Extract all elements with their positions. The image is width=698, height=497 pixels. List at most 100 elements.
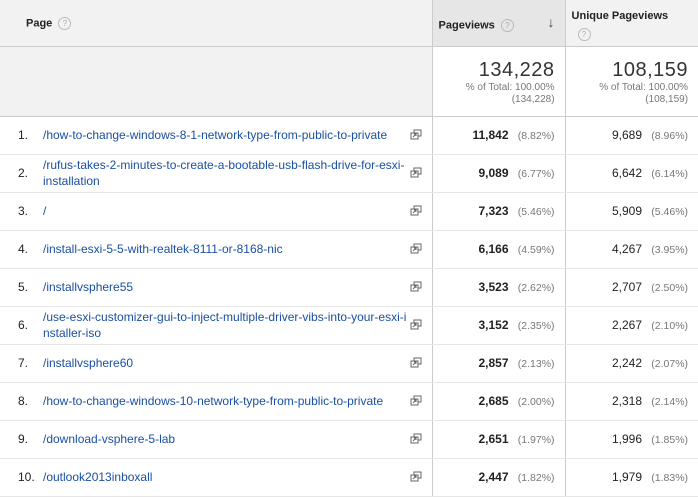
unique-pageviews-value: 2,242 <box>612 356 643 370</box>
page-link[interactable]: /rufus-takes-2-minutes-to-create-a-boota… <box>43 157 407 189</box>
page-link[interactable]: /outlook2013inboxall <box>43 469 407 485</box>
unique-pageviews-column-header[interactable]: Unique Pageviews? <box>564 0 698 47</box>
external-link-icon[interactable] <box>410 433 422 445</box>
page-link[interactable]: /how-to-change-windows-8-1-network-type-… <box>43 127 407 143</box>
row-number: 7. <box>0 344 30 383</box>
pageviews-value: 2,857 <box>478 356 509 370</box>
table-row: 8. /how-to-change-windows-10-network-type… <box>0 382 698 421</box>
page-link[interactable]: / <box>43 203 407 219</box>
page-link[interactable]: /download-vsphere-5-lab <box>43 431 407 447</box>
table-row: 9. /download-vsphere-5-lab 2,651 (1.97%) 1,9… <box>0 420 698 459</box>
pageviews-cell: 2,685 (2.00%) <box>431 382 566 421</box>
page-link[interactable]: /how-to-change-windows-10-network-type-f… <box>43 393 407 409</box>
question-help-icon[interactable]: ? <box>500 19 514 32</box>
pageviews-value: 2,447 <box>478 470 509 484</box>
pageviews-value: 9,089 <box>478 166 509 180</box>
pageviews-cell: 3,152 (2.35%) <box>431 306 566 345</box>
table-row: 1. /how-to-change-windows-8-1-network-typ… <box>0 116 698 155</box>
row-number: 2. <box>0 154 30 193</box>
page-link[interactable]: /installvsphere60 <box>43 355 407 371</box>
open-page-cell <box>408 230 433 269</box>
unique-pageviews-percent: (2.14%) <box>651 396 689 408</box>
unique-pageviews-cell: 6,642 (6.14%) <box>564 154 698 193</box>
external-link-icon[interactable] <box>410 243 422 255</box>
page-cell: /download-vsphere-5-lab <box>30 420 408 459</box>
pageviews-percent: (1.82%) <box>517 472 555 484</box>
unique-pageviews-cell: 1,979 (1.83%) <box>564 458 698 497</box>
unique-pageviews-value: 1,996 <box>612 432 643 446</box>
unique-pageviews-cell: 2,242 (2.07%) <box>564 344 698 383</box>
open-page-cell <box>408 116 433 155</box>
unique-pageviews-value: 2,318 <box>612 394 643 408</box>
row-number: 3. <box>0 192 30 231</box>
page-header-label: Page <box>26 17 53 30</box>
unique-pageviews-cell: 2,318 (2.14%) <box>564 382 698 421</box>
unique-pageviews-percent: (2.07%) <box>651 358 689 370</box>
pageviews-value: 6,166 <box>478 242 509 256</box>
page-link[interactable]: /installvsphere55 <box>43 279 407 295</box>
page-cell: /outlook2013inboxall <box>30 458 408 497</box>
unique-pageviews-cell: 2,707 (2.50%) <box>564 268 698 307</box>
table-row: 4. /install-esxi-5-5-with-realtek-8111-or… <box>0 230 698 269</box>
unique-pageviews-percent: (1.83%) <box>651 472 689 484</box>
external-link-icon[interactable] <box>410 167 422 179</box>
unique-pageviews-percent: (2.50%) <box>651 282 689 294</box>
pageviews-value: 7,323 <box>478 204 509 218</box>
page-cell: /how-to-change-windows-8-1-network-type-… <box>30 116 408 155</box>
pageviews-percent: (8.82%) <box>517 130 555 142</box>
page-cell: /install-esxi-5-5-with-realtek-8111-or-8… <box>30 230 408 269</box>
pageviews-cell: 3,523 (2.62%) <box>431 268 566 307</box>
page-link[interactable]: /use-esxi-customizer-gui-to-inject-multi… <box>43 309 407 341</box>
external-link-icon[interactable] <box>410 395 422 407</box>
external-link-icon[interactable] <box>410 205 422 217</box>
open-page-cell <box>408 268 433 307</box>
open-page-cell <box>408 306 433 345</box>
pageviews-value: 2,651 <box>478 432 509 446</box>
page-cell: /rufus-takes-2-minutes-to-create-a-boota… <box>30 154 408 193</box>
pageviews-value: 2,685 <box>478 394 509 408</box>
unique-pageviews-cell: 1,996 (1.85%) <box>564 420 698 459</box>
unique-pageviews-cell: 4,267 (3.95%) <box>564 230 698 269</box>
pageviews-percent: (2.00%) <box>517 396 555 408</box>
total-pageviews-value: 134,228 <box>478 58 555 81</box>
unique-pageviews-cell: 2,267 (2.10%) <box>564 306 698 345</box>
open-page-cell <box>408 192 433 231</box>
unique-pageviews-percent: (6.14%) <box>651 168 689 180</box>
unique-pageviews-value: 2,707 <box>612 280 643 294</box>
table-row: 3. / 7,323 (5.46%) 5,909 (5.46%) <box>0 192 698 231</box>
pageviews-percent: (5.46%) <box>517 206 555 218</box>
sort-descending-arrow-icon[interactable]: ↓ <box>548 14 555 30</box>
unique-pageviews-value: 4,267 <box>612 242 643 256</box>
page-cell: /how-to-change-windows-10-network-type-f… <box>30 382 408 421</box>
pageviews-percent: (4.59%) <box>517 244 555 256</box>
row-number: 10. <box>0 458 35 497</box>
external-link-icon[interactable] <box>410 357 422 369</box>
external-link-icon[interactable] <box>410 471 422 483</box>
external-link-icon[interactable] <box>410 281 422 293</box>
unique-pageviews-value: 9,689 <box>612 128 643 142</box>
pageviews-value: 3,523 <box>478 280 509 294</box>
pageviews-column-header[interactable]: Pageviews? ↓ <box>431 0 566 47</box>
analytics-table: Page? Pageviews? ↓ Unique Pageviews? 134… <box>0 0 698 497</box>
pageviews-percent: (2.35%) <box>517 320 555 332</box>
pageviews-cell: 11,842 (8.82%) <box>431 116 566 155</box>
unique-pageviews-percent: (3.95%) <box>651 244 689 256</box>
open-page-cell <box>408 382 433 421</box>
page-column-header[interactable]: Page? <box>0 0 433 47</box>
question-help-icon[interactable]: ? <box>577 28 591 41</box>
pageviews-percent: (2.62%) <box>517 282 555 294</box>
external-link-icon[interactable] <box>410 319 422 331</box>
page-cell: /installvsphere60 <box>30 344 408 383</box>
pageviews-percent: (2.13%) <box>517 358 555 370</box>
pageviews-header-label: Pageviews <box>438 19 495 32</box>
question-help-icon[interactable]: ? <box>58 17 72 30</box>
totals-pageviews-cell: 134,228 % of Total: 100.00% (134,228) <box>431 46 566 117</box>
pageviews-cell: 2,447 (1.82%) <box>431 458 566 497</box>
open-page-cell <box>408 420 433 459</box>
table-row: 2. /rufus-takes-2-minutes-to-create-a-boo… <box>0 154 698 193</box>
unique-pageviews-value: 6,642 <box>612 166 643 180</box>
page-link[interactable]: /install-esxi-5-5-with-realtek-8111-or-8… <box>43 241 407 257</box>
total-pageviews-absolute: (134,228) <box>511 93 555 105</box>
table-row: 10. /outlook2013inboxall 2,447 (1.82%) 1,979… <box>0 458 698 497</box>
external-link-icon[interactable] <box>410 129 422 141</box>
